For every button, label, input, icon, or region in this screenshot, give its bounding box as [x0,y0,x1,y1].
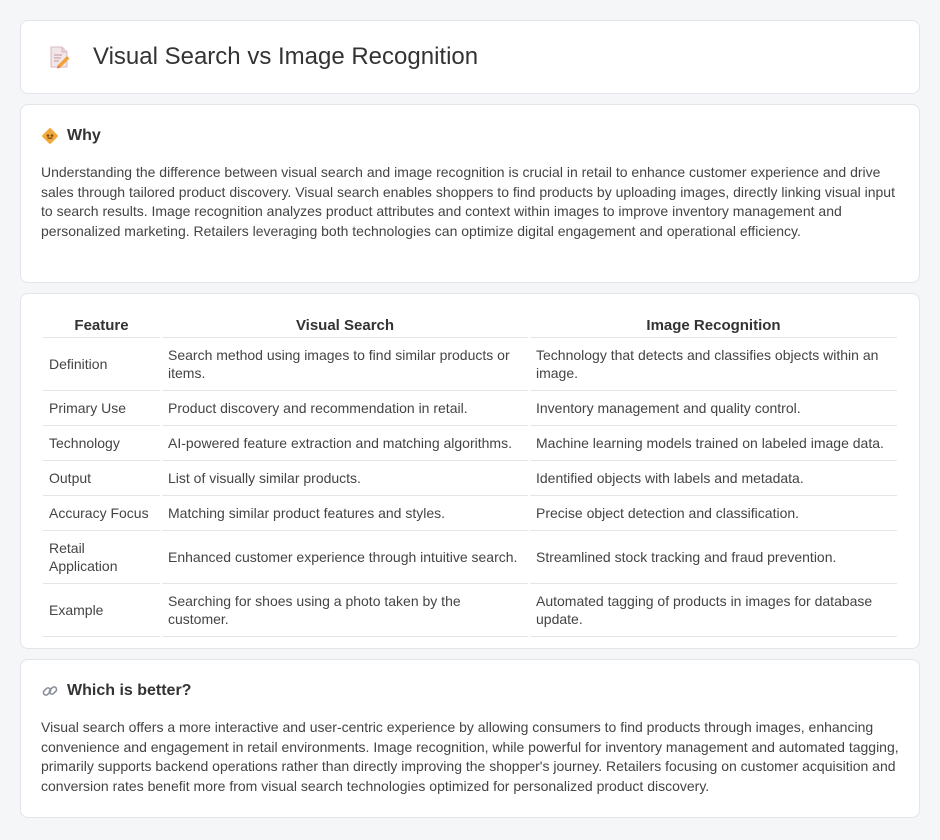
image-recognition-cell: Streamlined stock tracking and fraud pre… [528,530,897,584]
why-title: Why [67,127,101,144]
visual-search-cell: Enhanced customer experience through int… [160,530,529,584]
table-row: Example Searching for shoes using a phot… [43,583,897,637]
image-recognition-cell: Technology that detects and classifies o… [528,337,897,391]
comparison-card: Feature Visual Search Image Recognition … [20,293,920,649]
visual-search-cell: Searching for shoes using a photo taken … [160,583,529,637]
header-card: Visual Search vs Image Recognition [20,20,920,94]
table-row: Output List of visually similar products… [43,460,897,496]
comparison-table: Feature Visual Search Image Recognition … [43,316,897,637]
image-recognition-cell: Automated tagging of products in images … [528,583,897,637]
header-visual-search: Visual Search [160,316,529,338]
visual-search-cell: AI-powered feature extraction and matchi… [160,425,529,461]
table-row: Technology AI-powered feature extraction… [43,425,897,461]
page-title: Visual Search vs Image Recognition [93,43,479,70]
which-better-section: Which is better? Visual search offers a … [20,659,920,818]
table-row: Retail Application Enhanced customer exp… [43,530,897,584]
link-icon [41,682,59,700]
why-section: Why Understanding the difference between… [20,104,920,283]
table-row: Accuracy Focus Matching similar product … [43,495,897,531]
feature-cell: Output [43,460,161,496]
table-row: Definition Search method using images to… [43,337,897,391]
feature-cell: Accuracy Focus [43,495,161,531]
feature-cell: Technology [43,425,161,461]
document-pencil-icon [45,43,73,71]
visual-search-cell: Product discovery and recommendation in … [160,390,529,426]
visual-search-cell: List of visually similar products. [160,460,529,496]
which-better-title: Which is better? [67,682,192,699]
image-recognition-cell: Machine learning models trained on label… [528,425,897,461]
feature-cell: Definition [43,337,161,391]
header-image-recognition: Image Recognition [528,316,897,338]
why-heading: Why [41,127,899,145]
why-text: Understanding the difference between vis… [41,164,895,239]
feature-cell: Example [43,583,161,637]
which-better-heading: Which is better? [41,682,899,700]
which-better-text: Visual search offers a more interactive … [41,719,899,794]
image-recognition-cell: Precise object detection and classificat… [528,495,897,531]
diamond-sign-icon [41,127,59,145]
visual-search-cell: Search method using images to find simil… [160,337,529,391]
table-row: Primary Use Product discovery and recomm… [43,390,897,426]
table-header-row: Feature Visual Search Image Recognition [43,316,897,338]
feature-cell: Retail Application [43,530,161,584]
visual-search-cell: Matching similar product features and st… [160,495,529,531]
image-recognition-cell: Inventory management and quality control… [528,390,897,426]
feature-cell: Primary Use [43,390,161,426]
image-recognition-cell: Identified objects with labels and metad… [528,460,897,496]
header-feature: Feature [43,316,161,338]
